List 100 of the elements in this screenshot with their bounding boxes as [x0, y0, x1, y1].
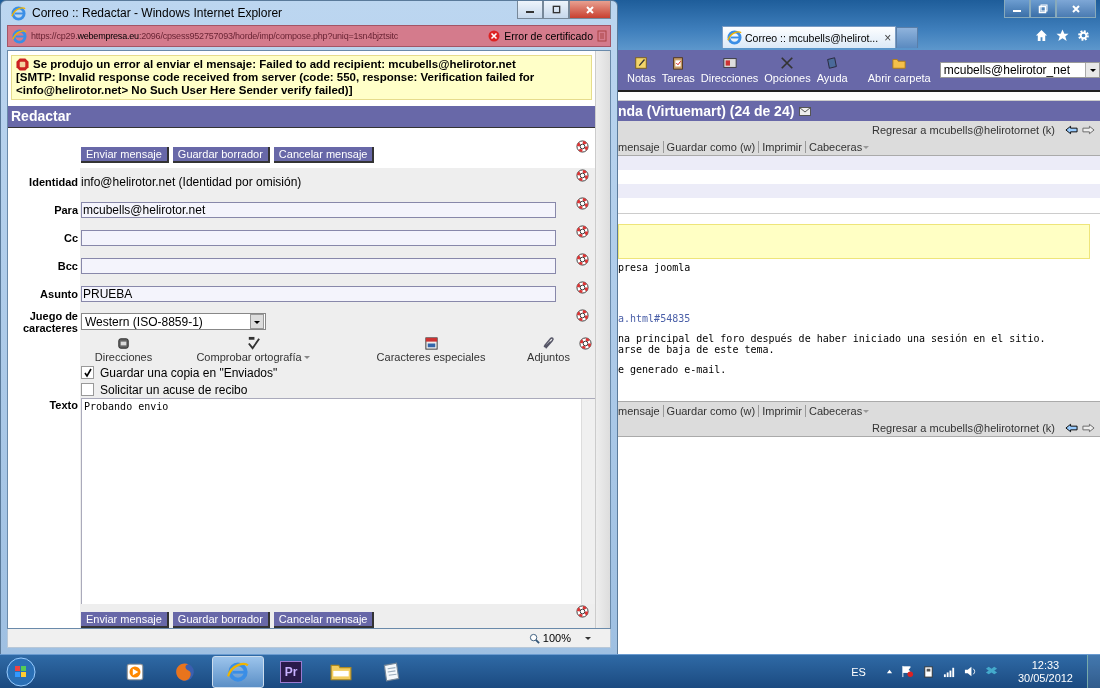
help-icon[interactable]	[575, 224, 589, 238]
field-label: Texto	[49, 399, 78, 412]
input-field[interactable]	[81, 257, 556, 274]
book-icon	[825, 56, 840, 70]
next-arrow-icon[interactable]	[1082, 422, 1095, 433]
restore-button[interactable]	[1030, 0, 1056, 18]
back-link[interactable]: Regresar a mcubells@helirotornet (k)	[872, 421, 1055, 434]
close-icon	[1071, 3, 1081, 14]
checkbox-label[interactable]: Guardar una copia en "Enviados"	[100, 365, 278, 380]
input-field[interactable]: PRUEBA	[81, 285, 556, 302]
flag-icon[interactable]	[900, 665, 914, 678]
tab-close-button[interactable]: ×	[884, 30, 892, 45]
address-card-icon	[722, 56, 737, 70]
section-title: Redactar	[11, 108, 71, 125]
start-button[interactable]	[6, 656, 36, 687]
tool-button[interactable]: Direcciones	[81, 335, 166, 363]
address-book-icon	[116, 335, 131, 351]
form-button[interactable]: Guardar borrador	[172, 146, 270, 163]
toolbar-button[interactable]: Abrir carpeta	[867, 56, 931, 84]
field-label: Juego de caracteres	[21, 309, 78, 334]
maximize-button[interactable]	[543, 1, 569, 19]
toolbar-button[interactable]: Opciones	[764, 56, 811, 84]
toolbar-button[interactable]: Ayuda	[816, 56, 848, 84]
toolbar-button[interactable]: Notas	[627, 56, 656, 84]
action-link[interactable]: Imprimir	[759, 404, 806, 417]
browser-tab[interactable]: Correo :: mcubells@helirot... ×	[722, 26, 897, 48]
help-icon[interactable]	[575, 252, 589, 266]
tray-expand-icon[interactable]	[885, 668, 893, 675]
field-label: Asunto	[40, 287, 78, 300]
tool-button[interactable]: Caracteres especiales	[341, 335, 521, 363]
zoom-icon[interactable]	[528, 632, 540, 644]
show-desktop-button[interactable]	[1087, 655, 1100, 688]
address-bar[interactable]: https://cp29.webempresa.eu:2096/cpsess952757093/horde/imp/compose.php?uniq=1sn4bjztsitc Error de certificado	[7, 25, 611, 47]
message-link[interactable]: a.html#54835	[618, 313, 1100, 324]
app-logo: Pr	[280, 660, 302, 683]
previous-arrow-icon[interactable]	[1065, 124, 1078, 135]
window-title: Correo :: Redactar - Windows Internet Explorer	[32, 6, 283, 20]
message-title: nda (Virtuemart) (24 de 24)	[618, 103, 795, 119]
envelope-icon	[799, 106, 812, 116]
charset-select[interactable]: Western (ISO-8859-1)	[81, 313, 266, 331]
clock[interactable]: 12:33 30/05/2012	[1017, 658, 1073, 685]
action-link[interactable]: Cabeceras	[805, 140, 874, 153]
form-button[interactable]: Enviar mensaje	[81, 146, 169, 163]
help-icon[interactable]	[575, 308, 589, 322]
action-link[interactable]: Guardar como (w)	[663, 140, 760, 153]
speaker-icon[interactable]	[963, 665, 977, 678]
help-icon[interactable]	[575, 605, 589, 619]
form-button[interactable]: Cancelar mensaje	[273, 146, 375, 163]
action-link[interactable]: Cabeceras	[805, 404, 874, 417]
help-icon[interactable]	[575, 196, 589, 210]
checkbox[interactable]	[81, 366, 94, 380]
error-details: [SMTP: Invalid response code received from server (code: 550, response: Verification failed for <info@helirotor.net> No Such User Here Sender verify failed)]	[16, 71, 536, 97]
language-indicator[interactable]: ES	[851, 665, 866, 678]
minimize-icon	[1013, 10, 1021, 12]
tab-title: Correo :: mcubells@helirot...	[745, 31, 879, 44]
minimize-button[interactable]	[517, 1, 543, 19]
input-field[interactable]: mcubells@helirotor.net	[81, 201, 556, 218]
help-icon[interactable]	[579, 336, 592, 350]
previous-arrow-icon[interactable]	[1065, 422, 1078, 433]
checkbox[interactable]	[81, 383, 94, 397]
tools-icon	[780, 56, 795, 70]
help-icon[interactable]	[575, 139, 589, 153]
fox-globe-icon	[174, 660, 196, 683]
action-link[interactable]: Guardar como (w)	[663, 404, 760, 417]
device-icon[interactable]	[921, 665, 935, 678]
tool-button[interactable]: Adjuntos	[521, 335, 576, 363]
message-text: e generado e-mail.	[618, 364, 728, 375]
action-link[interactable]: Imprimir	[759, 140, 806, 153]
signal-icon[interactable]	[942, 665, 956, 678]
settings-icon[interactable]	[1077, 28, 1090, 42]
minimize-icon	[526, 11, 534, 13]
browser-logo-icon	[12, 28, 27, 44]
next-arrow-icon[interactable]	[1082, 124, 1095, 135]
caret-icon	[1088, 66, 1097, 74]
zoom-level[interactable]: 100%	[542, 632, 571, 644]
notepad-icon	[634, 56, 649, 70]
browser-logo-icon	[11, 5, 26, 21]
taskbar-app[interactable]	[212, 655, 264, 688]
caret-icon[interactable]	[584, 634, 592, 642]
close-button[interactable]	[1056, 0, 1096, 18]
star-icon[interactable]	[1056, 28, 1069, 42]
home-icon[interactable]	[1035, 28, 1048, 42]
toolbar-button[interactable]: Direcciones	[700, 56, 759, 84]
account-select[interactable]: mcubells@helirotor_net	[939, 62, 1100, 78]
form-button[interactable]: Cancelar mensaje	[273, 612, 375, 628]
checkbox-label[interactable]: Solicitar un acuse de recibo	[100, 382, 248, 397]
back-link[interactable]: Regresar a mcubells@helirotornet (k)	[872, 123, 1055, 136]
tool-button[interactable]: Comprobar ortografía	[166, 335, 341, 363]
form-button[interactable]: Enviar mensaje	[81, 612, 169, 628]
message-text: arse de baja de este tema.	[618, 344, 776, 355]
help-icon[interactable]	[575, 280, 589, 294]
minimize-button[interactable]	[1004, 0, 1030, 18]
certificate-error-label[interactable]: Error de certificado	[504, 30, 593, 42]
input-field[interactable]	[81, 229, 556, 246]
form-button[interactable]: Guardar borrador	[172, 612, 270, 628]
identity-value: info@helirotor.net (Identidad por omisión)	[81, 174, 302, 189]
toolbar-button[interactable]: Tareas	[661, 56, 695, 84]
taskbar-app[interactable]: Pr	[268, 655, 314, 688]
close-button[interactable]	[569, 1, 611, 19]
help-icon[interactable]	[575, 168, 589, 182]
